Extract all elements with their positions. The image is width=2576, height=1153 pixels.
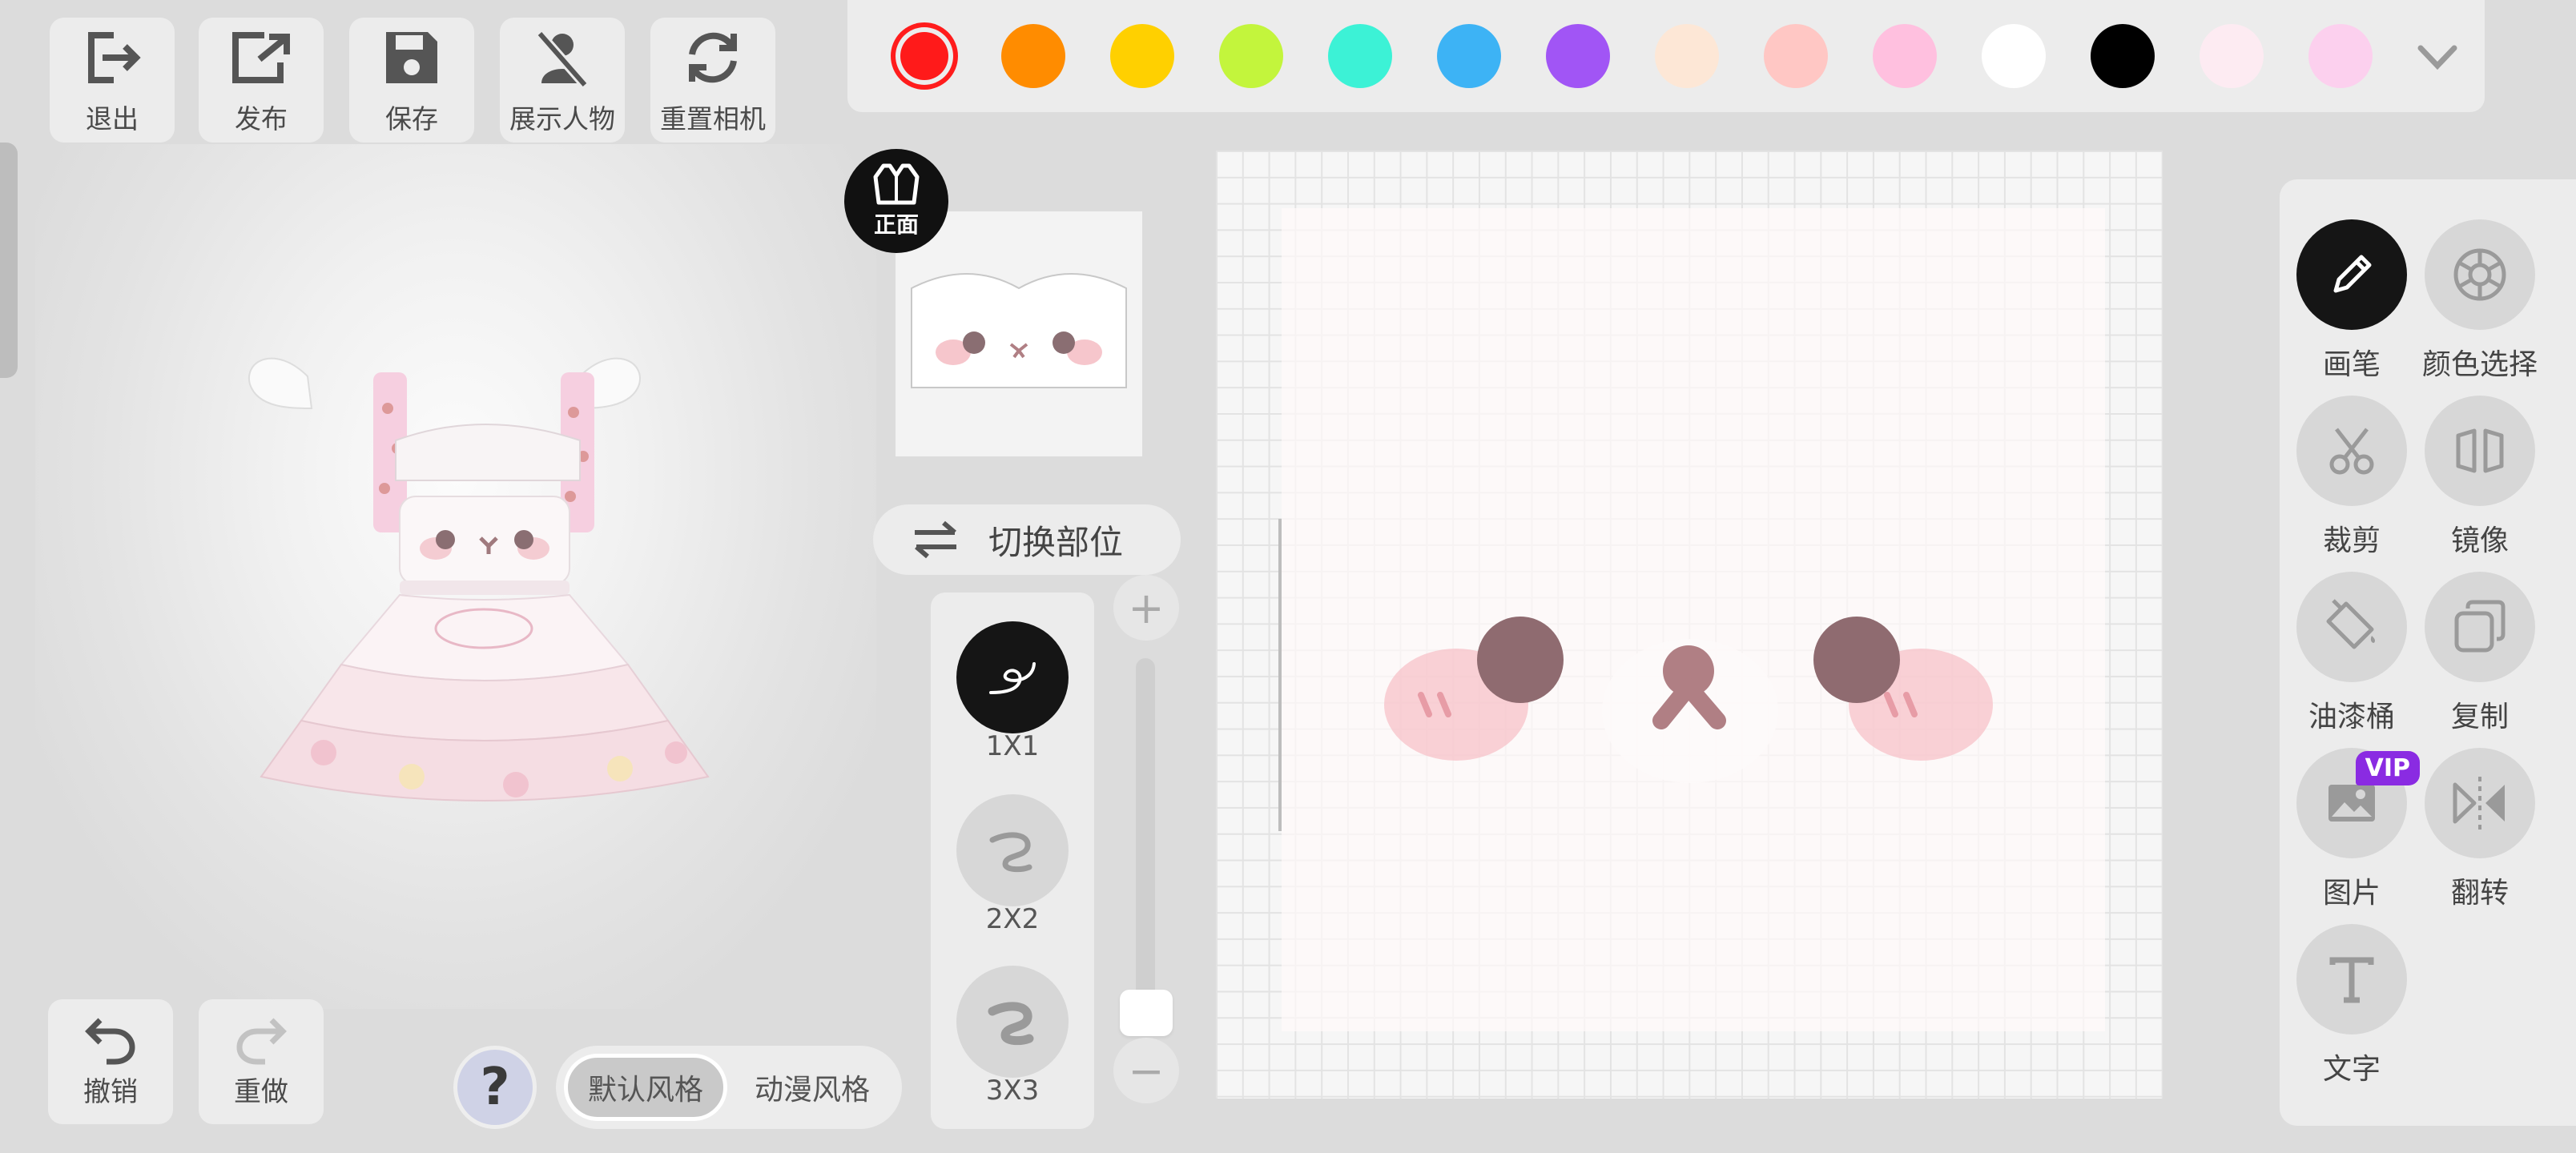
publish-label: 发布 <box>235 103 288 135</box>
brush-tool[interactable]: 画笔 <box>2288 219 2416 383</box>
character-preview[interactable] <box>35 144 876 1009</box>
scissors-icon <box>2329 428 2374 475</box>
color-swatch[interactable] <box>1437 24 1501 88</box>
face-drawing <box>1384 617 1993 783</box>
redo-label: 重做 <box>234 1075 288 1108</box>
text-tool[interactable]: 文字 <box>2288 924 2416 1087</box>
mirror-icon <box>2456 428 2504 473</box>
undo-button[interactable]: 撤销 <box>48 999 173 1124</box>
size-decrease-button[interactable]: − <box>1113 1038 1179 1103</box>
drawing-canvas[interactable] <box>1216 151 2163 1099</box>
color-picker-tool[interactable]: 颜色选择 <box>2416 219 2544 383</box>
color-swatch[interactable] <box>1982 24 2046 88</box>
save-button[interactable]: 保存 <box>349 18 474 143</box>
publish-button[interactable]: 发布 <box>199 18 324 143</box>
color-swatch[interactable] <box>1328 24 1392 88</box>
stroke-thick-icon <box>988 1002 1034 1046</box>
brush-size-label: 2X2 <box>985 903 1040 935</box>
undo-label: 撤销 <box>83 1075 138 1108</box>
brush-size-label: 1X1 <box>985 730 1040 762</box>
aperture-icon <box>2453 248 2506 301</box>
vest-icon <box>873 163 920 205</box>
color-swatch[interactable] <box>1546 24 1610 88</box>
part-thumbnail[interactable] <box>896 211 1142 456</box>
flip-tool-label: 翻转 <box>2450 877 2509 910</box>
person-hidden-icon <box>536 30 589 88</box>
side-drawer-handle[interactable] <box>0 143 18 378</box>
color-swatch[interactable] <box>2091 24 2155 88</box>
color-swatch[interactable] <box>1873 24 1937 88</box>
chevron-down-icon[interactable] <box>2409 29 2465 85</box>
copy-tool-label: 复制 <box>2450 701 2509 733</box>
front-face-label: 正面 <box>873 211 919 238</box>
copy-tool[interactable]: 复制 <box>2416 572 2544 735</box>
color-swatch[interactable] <box>1219 24 1283 88</box>
anime-style-option[interactable]: 动漫风格 <box>732 1054 892 1121</box>
refresh-icon <box>689 32 737 83</box>
mirror-tool[interactable]: 镜像 <box>2416 396 2544 559</box>
exit-icon <box>88 32 141 83</box>
brush-size-label: 3X3 <box>985 1075 1040 1107</box>
vip-badge: VIP <box>2355 751 2420 785</box>
brush-size-1x1[interactable] <box>956 621 1069 733</box>
color-swatch[interactable] <box>900 32 948 80</box>
switch-part-label: 切换部位 <box>988 522 1124 562</box>
color-swatch[interactable] <box>1655 24 1719 88</box>
reset-camera-button[interactable]: 重置相机 <box>650 18 775 143</box>
style-toggle: 默认风格 动漫风格 <box>556 1046 902 1129</box>
dress-model <box>248 357 710 801</box>
brush-size-panel: 1X1 2X2 3X3 <box>931 593 1094 1129</box>
color-swatch[interactable] <box>2308 24 2373 88</box>
size-increase-button[interactable]: + <box>1113 575 1179 641</box>
stroke-medium-icon <box>989 832 1032 873</box>
text-icon <box>2329 957 2374 1003</box>
text-tool-label: 文字 <box>2322 1053 2381 1086</box>
stroke-thin-icon <box>989 662 1036 694</box>
size-slider-handle[interactable] <box>1120 990 1173 1036</box>
image-tool-label: 图片 <box>2322 877 2381 910</box>
tool-panel: 画笔 颜色选择 裁剪 镜像 油漆桶 复制 VIP 图片 翻转 文字 <box>2280 179 2576 1126</box>
front-face-badge[interactable]: 正面 <box>844 149 948 253</box>
copy-icon <box>2454 600 2506 653</box>
save-label: 保存 <box>385 103 438 135</box>
brush-tool-label: 画笔 <box>2322 348 2381 381</box>
image-tool[interactable]: VIP 图片 <box>2288 748 2420 911</box>
brush-size-3x3[interactable] <box>956 966 1069 1078</box>
reset-camera-label: 重置相机 <box>660 103 766 135</box>
crop-tool-label: 裁剪 <box>2322 524 2381 557</box>
crop-tool[interactable]: 裁剪 <box>2288 396 2416 559</box>
mirror-tool-label: 镜像 <box>2450 524 2509 557</box>
publish-icon <box>232 32 290 83</box>
default-style-option[interactable]: 默认风格 <box>564 1054 727 1121</box>
color-swatch[interactable] <box>1764 24 1828 88</box>
color-picker-label: 颜色选择 <box>2421 348 2538 381</box>
show-character-button[interactable]: 展示人物 <box>500 18 625 143</box>
redo-icon <box>236 1018 287 1064</box>
swap-icon <box>915 520 956 559</box>
show-character-label: 展示人物 <box>509 103 615 135</box>
paint-bucket-tool[interactable]: 油漆桶 <box>2288 572 2416 735</box>
brush-size-2x2[interactable] <box>956 794 1069 906</box>
flip-tool[interactable]: 翻转 <box>2416 748 2544 911</box>
undo-icon <box>85 1018 135 1064</box>
paint-bucket-icon <box>2326 599 2375 649</box>
color-swatch[interactable] <box>2200 24 2264 88</box>
size-slider-track[interactable] <box>1136 658 1155 1030</box>
color-swatch[interactable] <box>1001 24 1065 88</box>
exit-label: 退出 <box>86 103 139 135</box>
paint-bucket-label: 油漆桶 <box>2308 701 2395 733</box>
color-swatch[interactable] <box>1110 24 1174 88</box>
exit-button[interactable]: 退出 <box>50 18 175 143</box>
color-palette <box>847 0 2485 112</box>
pencil-icon <box>2333 255 2372 293</box>
flip-icon <box>2453 777 2505 830</box>
save-icon <box>386 32 437 83</box>
help-button[interactable]: ? <box>453 1046 537 1129</box>
redo-button[interactable]: 重做 <box>199 999 324 1124</box>
switch-part-button[interactable]: 切换部位 <box>873 504 1181 575</box>
